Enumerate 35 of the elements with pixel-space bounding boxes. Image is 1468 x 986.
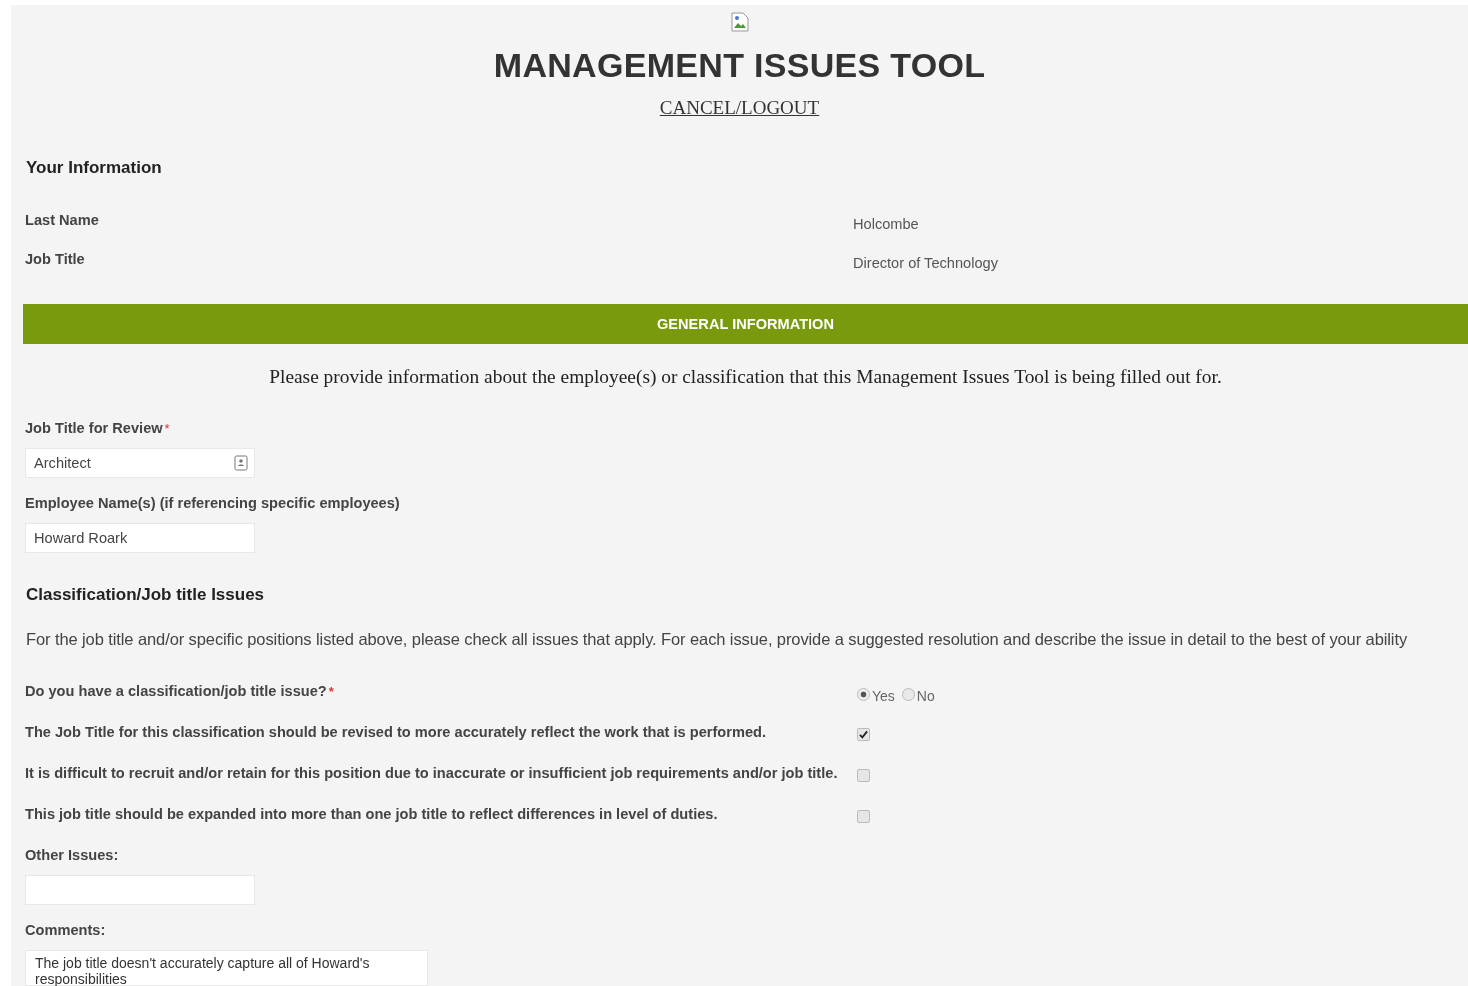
field-label: Employee Name(s) (if referencing specific employees) <box>25 495 400 511</box>
cancel-logout-link[interactable]: CANCEL/LOGOUT <box>659 97 820 119</box>
contact-card-icon[interactable] <box>234 455 248 471</box>
field-value: Holcombe <box>853 215 920 233</box>
checkbox[interactable] <box>857 728 870 741</box>
field-label: Job Title for Review <box>25 420 163 436</box>
field-value: Architect <box>34 455 91 471</box>
broken-image-icon <box>730 12 749 32</box>
intro-text: Please provide information about the employee(s) or classification that this Management Issues Tool is being filled out for. <box>268 365 1223 389</box>
question-label: This job title should be expanded into more than one job title to reflect differences in level of duties. <box>25 806 718 822</box>
instructions-text: For the job title and/or specific positions listed above, please check all issues that apply. For each issue, provide a suggested resolution and describe the issue in detail to the best of your ability <box>26 629 1409 649</box>
field-value: Howard Roark <box>34 530 128 546</box>
required-asterisk: * <box>328 684 334 699</box>
text-field[interactable]: Howard Roark <box>25 523 255 553</box>
question-label: It is difficult to recruit and/or retain for this position due to inaccurate or insufficient job requirements and/or job title. <box>25 765 838 781</box>
checkbox[interactable] <box>857 769 870 782</box>
text-field[interactable]: Architect <box>25 448 255 478</box>
comments-textarea[interactable]: The job title doesn't accurately capture all of Howard's responsibilities <box>25 950 428 986</box>
radio-label: No <box>916 688 935 704</box>
checkbox[interactable] <box>857 810 870 823</box>
field-label: Last Name <box>25 211 100 229</box>
field-value: Director of Technology <box>853 254 999 272</box>
field-label: Other Issues: <box>25 847 119 863</box>
field-label: Comments: <box>25 922 106 938</box>
radio-button[interactable] <box>901 687 915 701</box>
radio-button[interactable] <box>857 687 870 701</box>
section-heading: Classification/Job title Issues <box>26 585 266 605</box>
required-asterisk: * <box>164 421 170 436</box>
page-title: MANAGEMENT ISSUES TOOL <box>493 46 986 84</box>
question-label: The Job Title for this classification should be revised to more accurately reflect the work that is performed. <box>25 724 766 740</box>
field-label: Job Title <box>25 250 86 268</box>
question-label: Do you have a classification/job title issue? <box>25 683 327 699</box>
radio-label: Yes <box>872 688 895 704</box>
section-heading: Your Information <box>26 158 163 178</box>
section-banner: GENERAL INFORMATION <box>23 304 1468 344</box>
